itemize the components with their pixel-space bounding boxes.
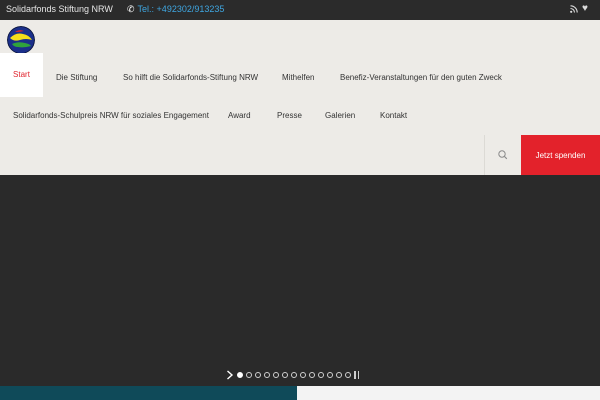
footer-band-right	[297, 386, 600, 400]
phone-icon: ✆	[127, 4, 135, 14]
site-logo[interactable]	[7, 26, 35, 54]
slider-dot[interactable]	[273, 372, 279, 378]
search-button[interactable]	[484, 135, 520, 175]
nav-item-award[interactable]: Award	[228, 111, 251, 121]
nav-item-start[interactable]: Start	[0, 53, 43, 97]
phone-number: Tel.: +492302/913235	[137, 4, 225, 14]
nav-item-benefiz[interactable]: Benefiz-Veranstaltungen für den guten Zw…	[340, 73, 502, 83]
slider-dot[interactable]	[264, 372, 270, 378]
nav-item-presse[interactable]: Presse	[277, 111, 302, 121]
hero-slider	[0, 175, 600, 386]
donate-button-label: Jetzt spenden	[535, 150, 586, 160]
rss-icon[interactable]	[570, 5, 578, 13]
pause-icon[interactable]	[354, 371, 360, 379]
heart-icon[interactable]: ♥	[582, 3, 588, 15]
slider-dot[interactable]	[309, 372, 315, 378]
search-icon	[498, 150, 508, 160]
slider-dots	[237, 372, 351, 378]
slider-dot[interactable]	[291, 372, 297, 378]
slider-controls	[226, 369, 360, 381]
top-bar: Solidarfonds Stiftung NRW ✆ Tel.: +492302…	[0, 0, 600, 20]
slider-dot[interactable]	[255, 372, 261, 378]
top-bar-phone-link[interactable]: ✆ Tel.: +492302/913235	[127, 4, 224, 15]
nav-item-kontakt[interactable]: Kontakt	[380, 111, 407, 121]
nav-item-galerien[interactable]: Galerien	[325, 111, 355, 121]
slider-dot[interactable]	[318, 372, 324, 378]
play-icon[interactable]	[226, 370, 234, 380]
slider-dot[interactable]	[345, 372, 351, 378]
slider-dot[interactable]	[300, 372, 306, 378]
nav-item-schulpreis[interactable]: Solidarfonds-Schulpreis NRW für soziales…	[13, 111, 209, 121]
slider-dot[interactable]	[282, 372, 288, 378]
footer-band-left	[0, 386, 297, 400]
top-bar-brand: Solidarfonds Stiftung NRW	[6, 4, 113, 14]
site-header: Start Die Stiftung So hilft die Solidarf…	[0, 20, 600, 175]
donate-button[interactable]: Jetzt spenden	[521, 135, 600, 175]
nav-item-so-hilft[interactable]: So hilft die Solidarfonds-Stiftung NRW	[123, 73, 258, 83]
slider-dot[interactable]	[237, 372, 243, 378]
slider-dot[interactable]	[327, 372, 333, 378]
slider-dot[interactable]	[246, 372, 252, 378]
nav-item-mithelfen[interactable]: Mithelfen	[282, 73, 314, 83]
slider-dot[interactable]	[336, 372, 342, 378]
logo-globe-icon	[7, 26, 35, 54]
nav-item-die-stiftung[interactable]: Die Stiftung	[56, 73, 97, 83]
